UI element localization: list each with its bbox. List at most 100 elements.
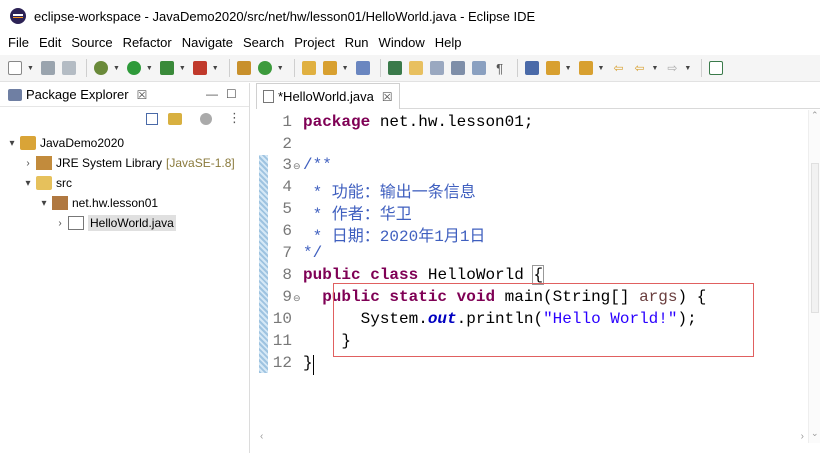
- coverage-dropdown-icon[interactable]: ▼: [179, 65, 186, 72]
- tree-item-helloworld-java[interactable]: › HelloWorld.java: [0, 213, 249, 233]
- horizontal-scrollbar[interactable]: ‹ ›: [256, 431, 808, 443]
- back-icon[interactable]: ⇦: [630, 59, 648, 77]
- forward-dropdown-icon[interactable]: ▼: [684, 65, 691, 72]
- keyword: class: [370, 266, 419, 284]
- save-icon[interactable]: [39, 59, 57, 77]
- line-number: 5: [282, 200, 292, 218]
- next-annotation-icon[interactable]: [544, 59, 562, 77]
- menu-run[interactable]: Run: [340, 32, 374, 54]
- menu-refactor[interactable]: Refactor: [118, 32, 177, 54]
- line-number: 3: [282, 156, 292, 174]
- new-icon[interactable]: [6, 59, 24, 77]
- previous-annotation-dropdown-icon[interactable]: ▼: [598, 65, 605, 72]
- new-dropdown-icon[interactable]: ▼: [27, 65, 34, 72]
- expand-arrow-icon[interactable]: ▾: [38, 198, 50, 209]
- maximize-icon[interactable]: ☐: [226, 87, 237, 101]
- forward-icon[interactable]: ⇨: [663, 59, 681, 77]
- last-edit-icon[interactable]: ⇦: [609, 59, 627, 77]
- debug-dropdown-icon[interactable]: ▼: [113, 65, 120, 72]
- pilcrow-icon[interactable]: ¶: [491, 59, 509, 77]
- menu-source[interactable]: Source: [66, 32, 117, 54]
- main-toolbar: ▼ ▼ ▼ ▼ ▼ ▼ ▼ ¶ ▼ ▼ ⇦ ⇦ ▼ ⇨ ▼: [0, 55, 820, 82]
- java-file-icon: [68, 216, 84, 230]
- back-dropdown-icon[interactable]: ▼: [651, 65, 658, 72]
- close-icon[interactable]: ☒: [137, 88, 148, 102]
- package-explorer-toolbar: ⋮: [0, 107, 249, 133]
- vertical-scrollbar[interactable]: ⌃ ⌄: [808, 110, 820, 443]
- tree-item-javademo2020[interactable]: ▾ JavaDemo2020: [0, 133, 249, 153]
- show-whitespace-icon[interactable]: [428, 59, 446, 77]
- menu-edit[interactable]: Edit: [34, 32, 66, 54]
- package-explorer-view: Package Explorer ☒ — ☐ ⋮ ▾ JavaDemo2020 …: [0, 83, 250, 453]
- code-line-6: * 日期：2020年1月1日: [303, 228, 486, 246]
- run-coverage-icon[interactable]: [158, 59, 176, 77]
- debug-icon[interactable]: [92, 59, 110, 77]
- tree-item-label: HelloWorld.java: [88, 215, 176, 231]
- menu-help[interactable]: Help: [430, 32, 467, 54]
- external-tools-dropdown-icon[interactable]: ▼: [212, 65, 219, 72]
- run-icon[interactable]: [125, 59, 143, 77]
- new-class-dropdown-icon[interactable]: ▼: [277, 65, 284, 72]
- scroll-up-icon[interactable]: ⌃: [811, 110, 819, 121]
- external-tools-icon[interactable]: [191, 59, 209, 77]
- open-task-icon[interactable]: [354, 59, 372, 77]
- toggle-highlight-icon[interactable]: [407, 59, 425, 77]
- skip-breakpoints-icon[interactable]: [523, 59, 541, 77]
- view-menu-icon[interactable]: ⋮: [228, 110, 241, 126]
- tree-item-jre-system-library[interactable]: › JRE System Library [JavaSE-1.8]: [0, 153, 249, 173]
- line-number: 10: [272, 310, 292, 328]
- scroll-left-icon[interactable]: ‹: [260, 431, 263, 442]
- tree-item-label: JRE System Library: [56, 156, 163, 170]
- keyword: public: [303, 266, 361, 284]
- fold-collapse-icon[interactable]: ⊖: [293, 293, 301, 304]
- code-line-8: public class HelloWorld {: [303, 265, 545, 285]
- menu-project[interactable]: Project: [289, 32, 339, 54]
- collapse-all-icon[interactable]: [146, 113, 158, 125]
- expand-arrow-icon[interactable]: ▾: [22, 178, 34, 189]
- code-line-12: }: [303, 354, 313, 372]
- menu-file[interactable]: File: [3, 32, 34, 54]
- tree-item-src[interactable]: ▾ src: [0, 173, 249, 193]
- scroll-down-icon[interactable]: ⌄: [811, 428, 819, 439]
- scroll-right-icon[interactable]: ›: [801, 431, 804, 442]
- menu-search[interactable]: Search: [238, 32, 289, 54]
- toggle-breadcrumb-icon[interactable]: [449, 59, 467, 77]
- save-all-icon[interactable]: [60, 59, 78, 77]
- code-line-1: package net.hw.lesson01;: [303, 113, 533, 131]
- expand-arrow-icon[interactable]: ›: [22, 158, 34, 169]
- minimize-icon[interactable]: —: [206, 87, 218, 101]
- expand-arrow-icon[interactable]: ›: [54, 218, 66, 229]
- package-explorer-title[interactable]: Package Explorer: [26, 87, 129, 102]
- expand-arrow-icon[interactable]: ▾: [6, 138, 18, 149]
- search-dropdown-icon[interactable]: ▼: [342, 65, 349, 72]
- tree-item-package[interactable]: ▾ net.hw.lesson01: [0, 193, 249, 213]
- tab-helloworld-java[interactable]: *HelloWorld.java ☒: [256, 83, 400, 109]
- close-icon[interactable]: ☒: [382, 90, 393, 104]
- toggle-mark-occurrences-icon[interactable]: [386, 59, 404, 77]
- fold-collapse-icon[interactable]: ⊖: [293, 161, 301, 172]
- search-icon[interactable]: [321, 59, 339, 77]
- change-ruler: [259, 155, 268, 373]
- java-file-icon: [263, 90, 274, 103]
- focus-on-active-task-icon[interactable]: [200, 113, 212, 125]
- code-text: net.hw.lesson01;: [370, 113, 534, 131]
- block-selection-icon[interactable]: [470, 59, 488, 77]
- new-java-package-icon[interactable]: [235, 59, 253, 77]
- toolbar-separator: [516, 59, 518, 77]
- next-annotation-dropdown-icon[interactable]: ▼: [565, 65, 572, 72]
- open-perspective-icon[interactable]: [707, 59, 725, 77]
- eclipse-logo-icon: [10, 8, 26, 24]
- line-number: 11: [272, 332, 292, 350]
- menu-bar: File Edit Source Refactor Navigate Searc…: [0, 32, 820, 54]
- new-java-class-icon[interactable]: [256, 59, 274, 77]
- open-type-icon[interactable]: [300, 59, 318, 77]
- run-dropdown-icon[interactable]: ▼: [146, 65, 153, 72]
- code-line-4: * 功能：输出一条信息: [303, 184, 476, 202]
- link-with-editor-icon[interactable]: [168, 113, 182, 125]
- code-area[interactable]: 1 2 3 4 5 6 7 8 9 10 11 12 ⊖ ⊖ package n…: [256, 110, 808, 435]
- line-number: 6: [282, 222, 292, 240]
- scrollbar-thumb[interactable]: [811, 163, 819, 313]
- menu-navigate[interactable]: Navigate: [177, 32, 238, 54]
- menu-window[interactable]: Window: [374, 32, 430, 54]
- previous-annotation-icon[interactable]: [577, 59, 595, 77]
